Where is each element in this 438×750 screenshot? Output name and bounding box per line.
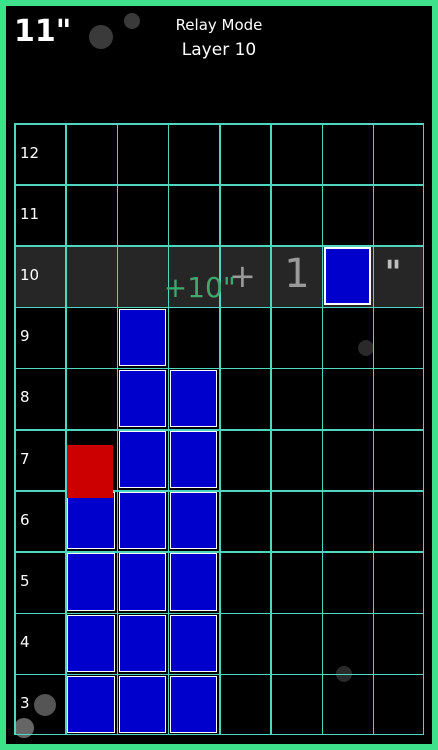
blue-block xyxy=(67,675,115,733)
blue-block xyxy=(118,614,166,672)
blue-block xyxy=(169,553,217,611)
row-label: 7 xyxy=(20,449,30,468)
row-label: 6 xyxy=(20,510,30,529)
blue-block xyxy=(67,492,115,550)
time-bonus-text: +10" xyxy=(163,271,236,305)
row-label: 9 xyxy=(20,327,30,346)
blue-block xyxy=(118,675,166,733)
row-label: 8 xyxy=(20,388,30,407)
blue-block xyxy=(169,492,217,550)
grid-line xyxy=(14,306,424,309)
blue-block xyxy=(118,308,166,366)
target-block[interactable] xyxy=(323,247,371,305)
quote-mark: " xyxy=(384,253,402,292)
blue-block xyxy=(118,369,166,427)
row-label: 11 xyxy=(20,204,40,223)
grid-line xyxy=(14,123,424,125)
game-grid[interactable]: 12 11 10 9 8 7 6 5 4 3 +1 " +10" xyxy=(14,123,424,735)
red-block xyxy=(67,445,113,499)
blue-block xyxy=(67,614,115,672)
blue-block xyxy=(169,369,217,427)
row-label: 5 xyxy=(20,571,30,590)
blue-block xyxy=(118,553,166,611)
grid-line xyxy=(14,184,424,186)
grid-line xyxy=(14,733,424,735)
grid-line xyxy=(14,429,424,431)
row-label: 3 xyxy=(20,694,30,713)
mode-title: Relay Mode xyxy=(175,16,263,34)
layer-title: Layer 10 xyxy=(181,40,257,60)
grid-line xyxy=(14,367,424,370)
row-label: 4 xyxy=(20,633,30,652)
row-label: 12 xyxy=(20,143,40,162)
blue-block xyxy=(169,614,217,672)
blue-block xyxy=(118,492,166,550)
blue-block xyxy=(118,431,166,489)
blue-block xyxy=(169,431,217,489)
row-label: 10 xyxy=(20,265,40,284)
count-label: 1 xyxy=(284,251,310,298)
blue-block xyxy=(169,675,217,733)
blue-block xyxy=(67,553,115,611)
